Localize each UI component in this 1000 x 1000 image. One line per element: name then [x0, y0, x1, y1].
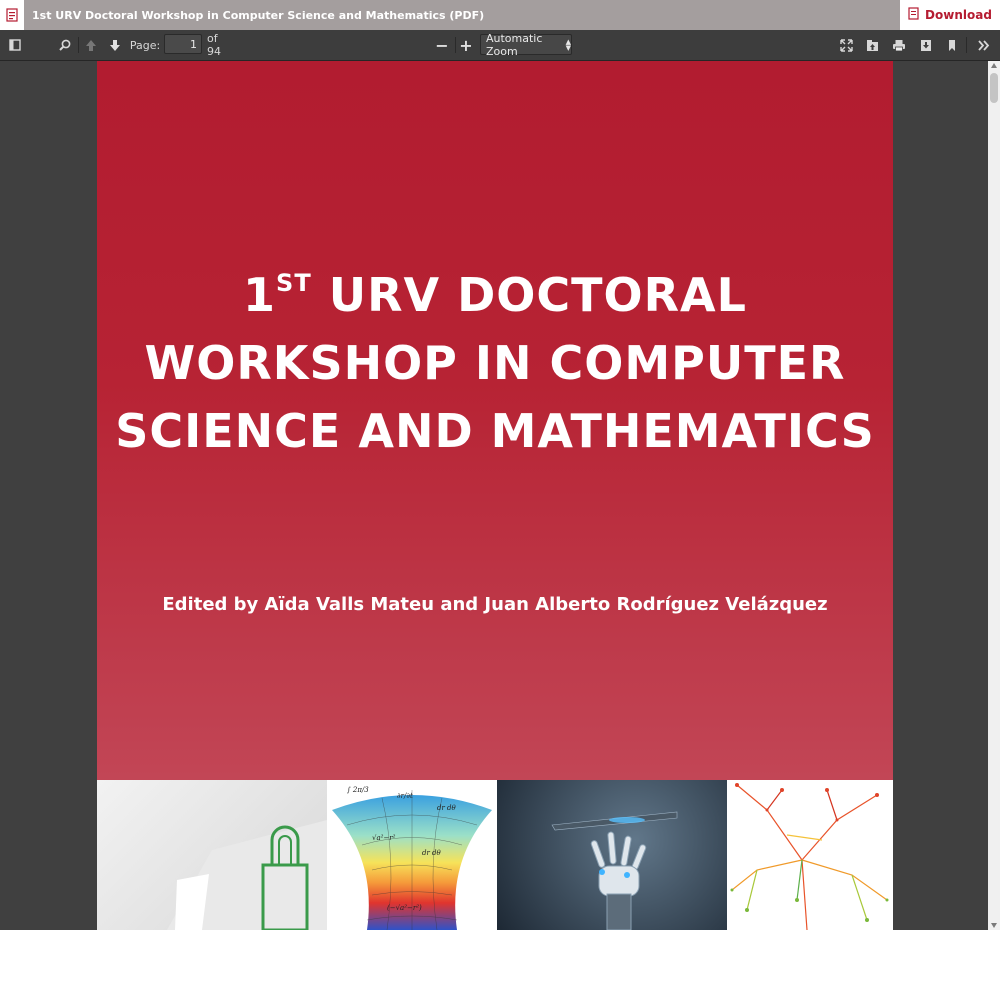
- download-button[interactable]: Download: [900, 0, 1000, 30]
- scroll-up-arrow-icon[interactable]: [991, 63, 997, 68]
- zoom-in-button[interactable]: +: [456, 30, 476, 60]
- svg-text:∫ 2π/3: ∫ 2π/3: [347, 786, 369, 794]
- title-suffix: ST: [276, 269, 312, 297]
- vertical-scrollbar[interactable]: [988, 61, 1000, 930]
- select-arrows-icon: ▲ ▼: [565, 37, 571, 52]
- title-line-3: SCIENCE AND MATHEMATICS: [115, 404, 875, 458]
- padlock-image: [97, 780, 327, 930]
- search-icon[interactable]: [55, 30, 75, 60]
- network-graph-image: [727, 780, 893, 930]
- arrow-down-icon[interactable]: [105, 30, 125, 60]
- page-label: Page:: [129, 38, 161, 52]
- cover-title: 1ST URV DOCTORAL WORKSHOP IN COMPUTER SC…: [97, 249, 893, 465]
- sidebar-toggle-icon[interactable]: [4, 30, 26, 60]
- more-tools-icon[interactable]: [974, 30, 994, 60]
- svg-text:(−√a²−r²): (−√a²−r²): [387, 904, 422, 912]
- fullscreen-icon[interactable]: [836, 30, 856, 60]
- svg-text:∂r/∂t: ∂r/∂t: [397, 792, 413, 800]
- pdf-file-icon: [908, 7, 919, 23]
- document-viewer[interactable]: 1ST URV DOCTORAL WORKSHOP IN COMPUTER SC…: [0, 61, 988, 930]
- pdf-page: 1ST URV DOCTORAL WORKSHOP IN COMPUTER SC…: [97, 61, 893, 930]
- svg-text:√a²−r²: √a²−r²: [372, 834, 396, 842]
- title-number: 1: [243, 268, 277, 322]
- zoom-select-value: Automatic Zoom: [486, 31, 543, 58]
- cover-red-panel: 1ST URV DOCTORAL WORKSHOP IN COMPUTER SC…: [97, 61, 893, 780]
- svg-text:dr dθ: dr dθ: [422, 849, 442, 857]
- pdf-toolbar: Page: of 94 − + Automatic Zoom ▲▼: [0, 30, 1000, 61]
- title-line-1: URV DOCTORAL: [311, 268, 747, 322]
- pdf-file-icon: [0, 0, 24, 30]
- scroll-down-arrow-icon[interactable]: [991, 923, 997, 928]
- open-file-icon[interactable]: [862, 30, 882, 60]
- title-bar: 1st URV Doctoral Workshop in Computer Sc…: [0, 0, 1000, 30]
- cover-editors: Edited by Aïda Valls Mateu and Juan Albe…: [162, 594, 828, 615]
- save-icon[interactable]: [916, 30, 936, 60]
- bookmark-icon[interactable]: [942, 30, 962, 60]
- page-total: of 94: [207, 32, 221, 58]
- title-line-2: WORKSHOP IN COMPUTER: [144, 336, 846, 390]
- zoom-out-button[interactable]: −: [432, 30, 452, 60]
- page-number-input[interactable]: [164, 34, 202, 54]
- robot-hand-image: [497, 780, 727, 930]
- math-surface-image: ∫ 2π/3 ∂r/∂t dr dθ √a²−r² dr dθ (−√a²−r²): [327, 780, 497, 930]
- zoom-select[interactable]: Automatic Zoom ▲ ▼: [480, 31, 572, 58]
- arrow-up-icon[interactable]: [81, 30, 101, 60]
- print-icon[interactable]: [889, 30, 909, 60]
- document-title: 1st URV Doctoral Workshop in Computer Sc…: [32, 8, 485, 22]
- scroll-thumb[interactable]: [990, 73, 998, 103]
- svg-text:dr dθ: dr dθ: [437, 804, 457, 812]
- download-label: Download: [925, 8, 992, 22]
